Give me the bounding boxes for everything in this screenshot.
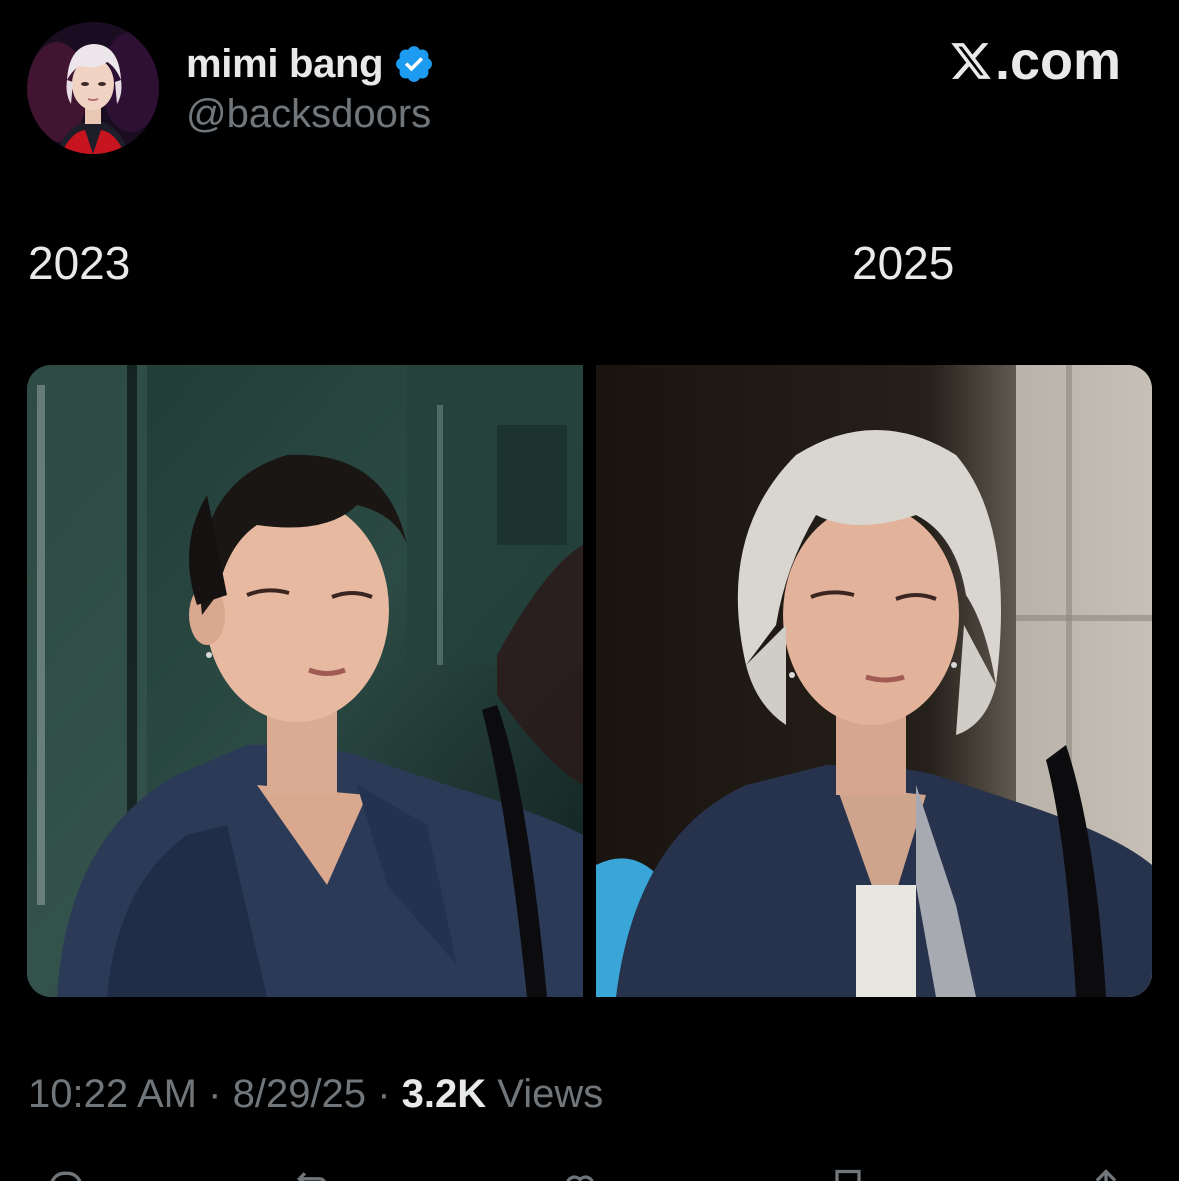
tweet-time[interactable]: 10:22 AM: [28, 1072, 197, 1116]
avatar-image: [27, 22, 159, 154]
avatar[interactable]: [27, 22, 159, 154]
tweet-date[interactable]: 8/29/25: [233, 1072, 366, 1116]
watermark-text: .com: [994, 31, 1121, 91]
tweet-media-grid: [27, 365, 1152, 997]
retweet-icon[interactable]: [292, 1166, 336, 1181]
reply-icon[interactable]: [44, 1166, 88, 1181]
tweet-action-bar: [0, 1160, 1179, 1181]
tweet-photo-2025[interactable]: [596, 365, 1152, 997]
tweet-photo-2023[interactable]: [27, 365, 583, 997]
tweet-meta-row: 10:22 AM · 8/29/25 · 3.2K Views: [28, 1072, 603, 1117]
site-watermark: .com: [949, 30, 1121, 92]
author-name-row[interactable]: mimi bang: [186, 36, 435, 92]
meta-separator: ·: [208, 1072, 222, 1116]
author-display-name[interactable]: mimi bang: [186, 42, 384, 87]
like-icon[interactable]: [558, 1166, 602, 1181]
x-logo-icon: [951, 43, 991, 79]
tweet-text-left-year: 2023: [28, 237, 131, 289]
verified-badge-icon: [396, 46, 433, 82]
views-label[interactable]: Views: [497, 1072, 603, 1116]
bookmark-icon[interactable]: [826, 1166, 870, 1181]
author-handle[interactable]: @backsdoors: [186, 92, 431, 137]
tweet-text-right-year: 2025: [852, 237, 955, 289]
views-count[interactable]: 3.2K: [402, 1072, 487, 1116]
photo-2025: [596, 365, 1152, 997]
meta-separator: ·: [377, 1072, 391, 1116]
share-icon[interactable]: [1084, 1166, 1128, 1181]
photo-2023: [27, 365, 583, 997]
